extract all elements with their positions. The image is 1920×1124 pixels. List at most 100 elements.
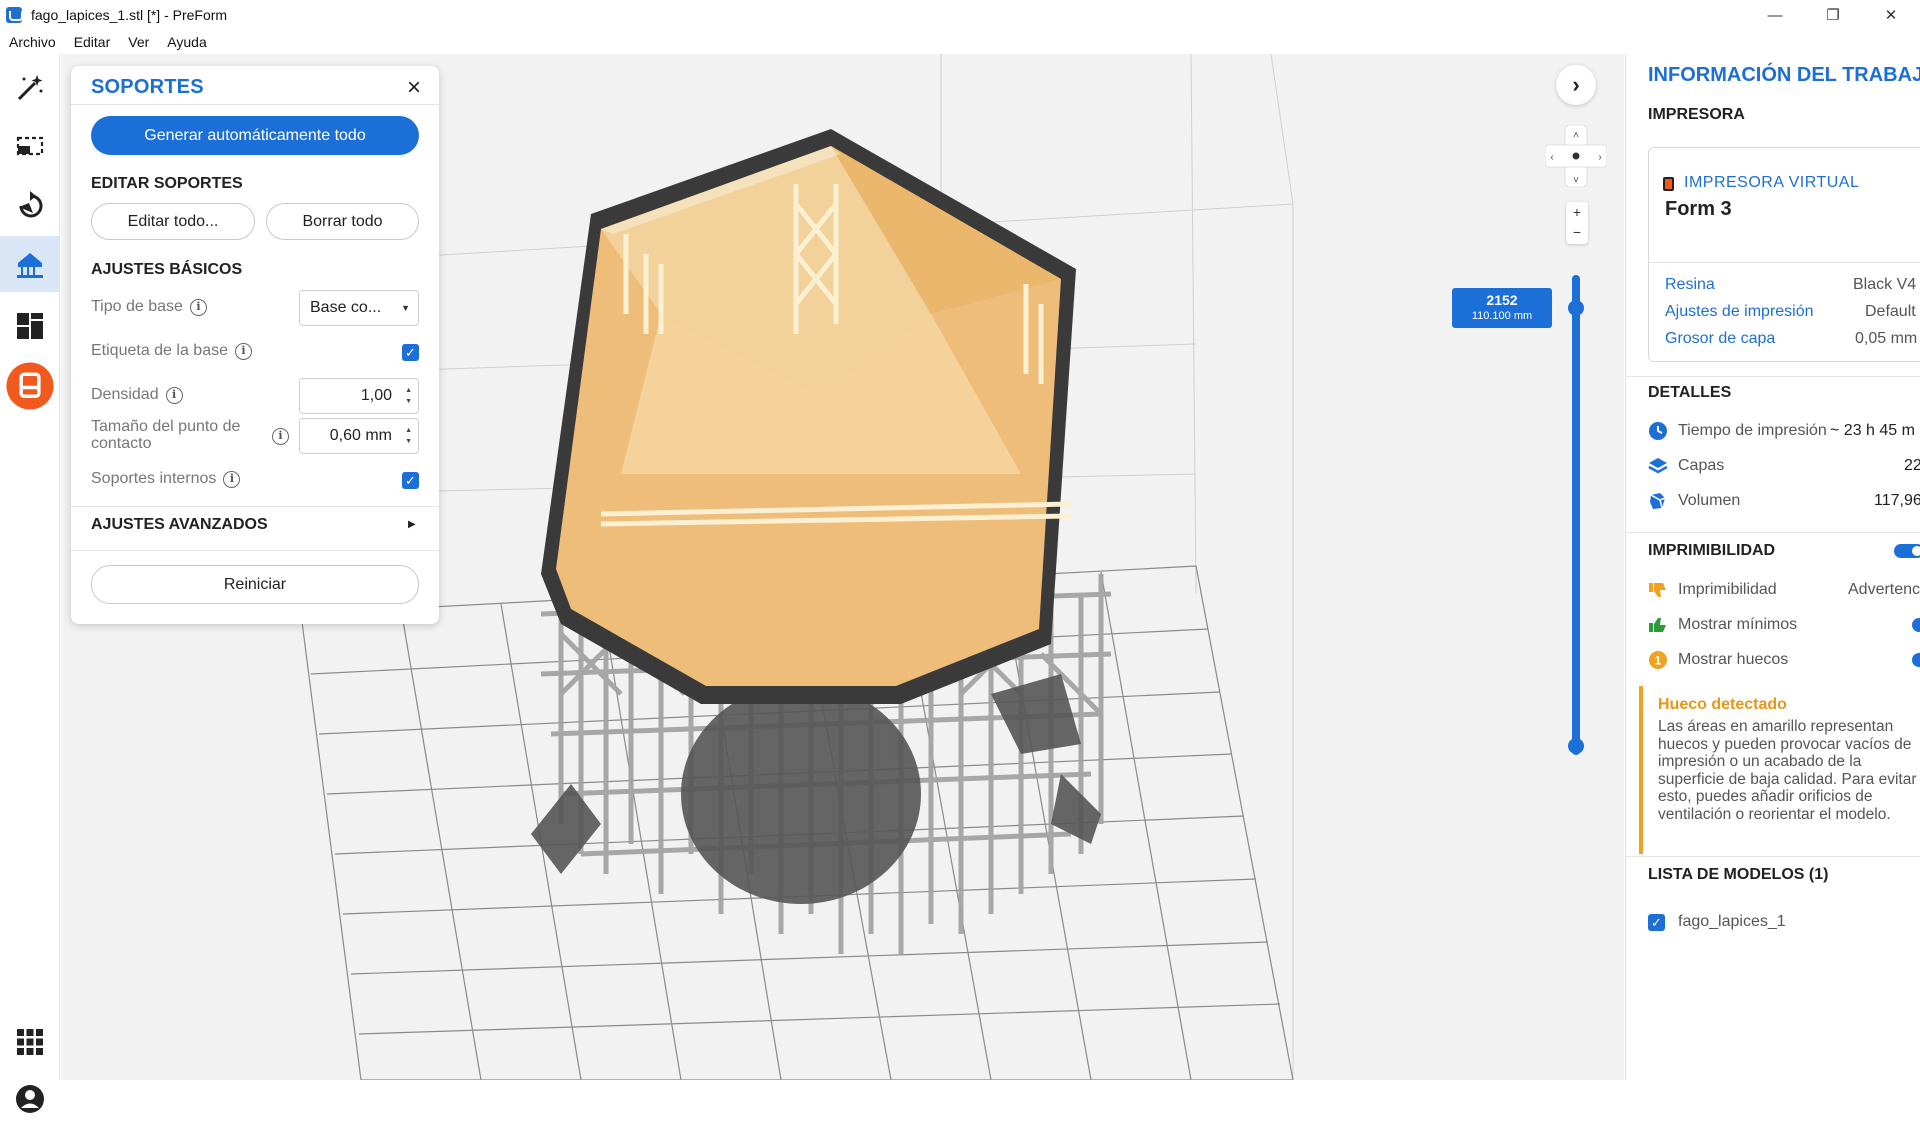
divider (71, 104, 439, 105)
menu-bar: Archivo Editar Ver Ayuda (0, 30, 1920, 54)
close-window-button[interactable]: ✕ (1862, 0, 1920, 30)
model-name[interactable]: fago_lapices_1 (1678, 913, 1786, 931)
delete-all-button[interactable]: Borrar todo (266, 203, 419, 240)
printability-label: Imprimibilidad (1678, 581, 1777, 598)
panel-title: SOPORTES (91, 76, 204, 98)
menu-ver[interactable]: Ver (120, 34, 157, 50)
show-holes-toggle[interactable] (1912, 653, 1920, 667)
base-label-label: Etiqueta de la base (91, 342, 228, 359)
view-pan-control[interactable]: ˄ ˅ ‹ › (1545, 125, 1607, 187)
generate-all-button[interactable]: Generar automáticamente todo (91, 116, 419, 155)
title-bar: fago_lapices_1.stl [*] - PreForm — ❐ ✕ (0, 0, 1920, 30)
info-icon[interactable]: i (235, 342, 252, 360)
print-icon (6, 362, 54, 410)
print-time-label: Tiempo de impresión (1678, 422, 1827, 439)
layers-label: Capas (1678, 457, 1725, 474)
layer-slider-top-handle[interactable] (1568, 300, 1584, 316)
divider (1626, 856, 1920, 857)
svg-text:›: › (1598, 152, 1601, 163)
internal-supports-checkbox[interactable]: ✓ (402, 472, 419, 489)
layer-slider-bottom-handle[interactable] (1568, 738, 1584, 754)
svg-text:˄: ˄ (1573, 130, 1579, 141)
menu-editar[interactable]: Editar (66, 34, 119, 50)
menu-archivo[interactable]: Archivo (1, 34, 64, 50)
print-settings-key: Ajustes de impresión (1665, 303, 1814, 320)
warning-title: Hueco detectado (1658, 696, 1787, 713)
advanced-settings-toggle[interactable]: AJUSTES AVANZADOS (91, 516, 268, 534)
touchpoint-size-stepper[interactable]: 0,60 mm ▲ ▼ (299, 418, 419, 454)
base-label-checkbox[interactable]: ✓ (402, 344, 419, 361)
supports-tool[interactable] (0, 236, 60, 292)
divider (71, 506, 439, 507)
info-icon[interactable]: i (223, 470, 241, 488)
zoom-out-button[interactable]: − (1566, 222, 1588, 242)
restore-button[interactable]: ❐ (1804, 0, 1862, 30)
apps-grid-button[interactable] (0, 1014, 60, 1070)
orientation-icon (19, 191, 43, 218)
layers-value: 22 (1904, 457, 1920, 474)
window-title: fago_lapices_1.stl [*] - PreForm (31, 7, 228, 23)
minimize-button[interactable]: — (1746, 0, 1804, 30)
printer-type: IMPRESORA VIRTUAL (1684, 174, 1860, 191)
select-box-icon (16, 136, 44, 156)
menu-ayuda[interactable]: Ayuda (159, 34, 214, 50)
layer-height-badge: 2152 110.100 mm (1452, 288, 1552, 328)
svg-text:1: 1 (1655, 654, 1662, 668)
magic-wand-icon (17, 75, 43, 101)
layout-tool[interactable] (0, 298, 60, 354)
thumbs-down-icon (1649, 583, 1666, 597)
print-time-value: ~ 23 h 45 m (1830, 422, 1915, 439)
svg-text:‹: ‹ (1550, 152, 1553, 163)
layer-height: 110.100 mm (1471, 310, 1533, 322)
printer-card[interactable]: IMPRESORA VIRTUAL Form 3 Resina Black V4… (1648, 147, 1920, 362)
orientation-tool[interactable] (0, 178, 60, 234)
volume-value: 117,96 (1874, 492, 1920, 509)
layers-icon (1648, 458, 1668, 474)
divider (1626, 532, 1920, 533)
print-tool[interactable] (0, 358, 60, 414)
info-icon[interactable]: i (189, 298, 207, 316)
apps-grid-icon (17, 1029, 43, 1055)
base-type-select[interactable]: Base co... ▼ (299, 290, 419, 326)
zoom-in-button[interactable]: + (1566, 202, 1588, 222)
touchpoint-row: Tamaño del punto de contacto (91, 418, 240, 452)
select-tool[interactable] (0, 118, 60, 174)
edit-all-button[interactable]: Editar todo... (91, 203, 255, 240)
layer-number: 2152 (1486, 292, 1518, 308)
info-icon[interactable]: i (272, 428, 289, 445)
show-minima-toggle[interactable] (1912, 618, 1920, 632)
chevron-right-icon[interactable]: ▶ (408, 519, 416, 530)
model-base (531, 674, 1101, 904)
stepper-arrows-icon[interactable]: ▲ ▼ (405, 385, 412, 407)
close-icon[interactable]: × (407, 74, 421, 102)
volume-label: Volumen (1678, 492, 1741, 509)
stepper-arrows-icon[interactable]: ▲ ▼ (405, 425, 412, 447)
basic-settings-heading: AJUSTES BÁSICOS (91, 261, 243, 278)
hole-warning-box: Hueco detectado Las áreas en amarillo re… (1639, 686, 1920, 854)
magic-wand-tool[interactable] (0, 60, 60, 116)
info-icon[interactable]: i (165, 386, 183, 404)
zoom-control[interactable]: + − (1566, 202, 1588, 244)
internal-supports-label: Soportes internos (91, 470, 217, 487)
layer-slider-track[interactable] (1572, 275, 1580, 755)
hole-warning-icon: 1 (1649, 651, 1667, 669)
left-toolbar (0, 54, 60, 1113)
printer-icon (1663, 177, 1674, 191)
divider (71, 550, 439, 551)
internal-supports-row: Soportes internos i (91, 470, 241, 488)
details-heading: DETALLES (1648, 384, 1732, 401)
layer-thickness-key: Grosor de capa (1665, 330, 1776, 347)
touchpoint-label-line2: contacto (91, 435, 152, 452)
show-holes-label: Mostrar huecos (1678, 651, 1789, 668)
model-checkbox[interactable]: ✓ (1648, 914, 1665, 931)
account-button[interactable] (0, 1074, 60, 1124)
window-controls: — ❐ ✕ (1746, 0, 1920, 30)
printability-heading: IMPRIMIBILIDAD (1648, 542, 1776, 559)
reset-button[interactable]: Reiniciar (91, 565, 419, 604)
collapse-right-panel-button[interactable]: › (1556, 65, 1596, 105)
job-info-panel: INFORMACIÓN DEL TRABAJO IMPRESORA IMPRES… (1625, 54, 1920, 1080)
divider (1649, 262, 1920, 263)
touchpoint-label-line1: Tamaño del punto de (91, 418, 241, 435)
printability-toggle[interactable] (1894, 544, 1920, 558)
density-stepper[interactable]: 1,00 ▲ ▼ (299, 378, 419, 414)
